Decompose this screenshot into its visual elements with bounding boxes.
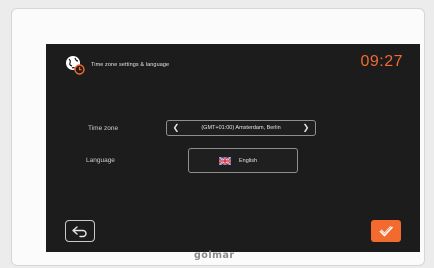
timezone-value: (GMT+01:00) Amsterdam, Berlin	[201, 125, 281, 131]
back-arrow-icon	[72, 226, 87, 238]
uk-flag-icon	[219, 157, 231, 165]
chevron-right-icon[interactable]: ❯	[301, 123, 311, 133]
brand-logo: golmar	[194, 250, 235, 261]
clock-display: 09:27	[360, 53, 403, 70]
checkmark-icon	[379, 226, 393, 237]
timezone-selector[interactable]: ❮ (GMT+01:00) Amsterdam, Berlin ❯	[166, 120, 316, 136]
device-frame: Time zone settings & language 09:27 Time…	[11, 8, 425, 266]
globe-clock-icon	[66, 56, 85, 75]
chevron-left-icon[interactable]: ❮	[171, 123, 181, 133]
page-title: Time zone settings & language	[91, 62, 170, 68]
back-button[interactable]	[65, 220, 95, 242]
language-label: Language	[86, 157, 115, 164]
confirm-button[interactable]	[371, 220, 401, 242]
language-value: English	[239, 157, 258, 164]
timezone-label: Time zone	[88, 125, 119, 132]
language-selector[interactable]: English	[188, 148, 298, 173]
screen: Time zone settings & language 09:27 Time…	[46, 44, 420, 252]
